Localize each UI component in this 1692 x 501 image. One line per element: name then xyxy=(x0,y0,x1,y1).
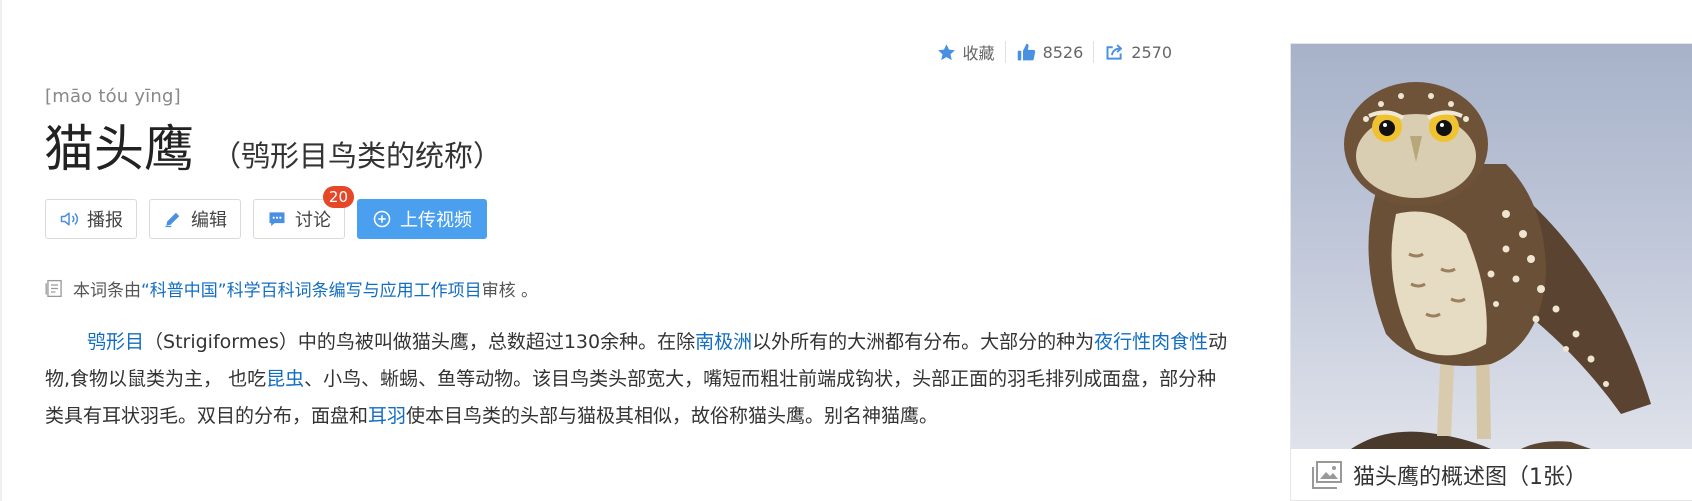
link-nocturnal-carnivore[interactable]: 夜行性肉食性 xyxy=(1094,331,1208,353)
page-left-border xyxy=(0,0,2,501)
share-icon xyxy=(1106,43,1123,60)
pencil-icon xyxy=(165,212,180,228)
discuss-button[interactable]: 讨论 20 xyxy=(253,186,354,239)
entry-tool-buttons: 播报 编辑 讨论 20 上传视频 xyxy=(45,186,487,239)
like-count: 8526 xyxy=(1042,42,1084,62)
broadcast-button[interactable]: 播报 xyxy=(45,199,137,239)
entry-title-row: 猫头鹰 （鸮形目鸟类的统称） xyxy=(44,124,502,175)
broadcast-label: 播报 xyxy=(87,210,123,231)
review-suffix: 审核 。 xyxy=(481,281,539,301)
review-prefix: 本词条由 xyxy=(73,281,141,301)
discuss-label: 讨论 xyxy=(295,210,331,231)
share-count: 2570 xyxy=(1131,42,1172,62)
plus-circle-icon xyxy=(373,210,391,228)
review-notice: 本词条由 “科普中国”科学百科词条编写与应用工作项目 审核 。 xyxy=(44,276,538,301)
edit-button[interactable]: 编辑 xyxy=(149,199,241,239)
edit-label: 编辑 xyxy=(191,210,227,231)
owl-photo[interactable] xyxy=(1291,44,1692,449)
like-button[interactable]: 8526 xyxy=(1006,42,1094,63)
review-org-link[interactable]: “科普中国”科学百科词条编写与应用工作项目 xyxy=(141,276,482,301)
entry-actions-bar: 收藏 8526 2570 xyxy=(926,37,1182,67)
summary-text: 以外所有的大洲都有分布。大部分的种为 xyxy=(752,331,1095,353)
album-caption-text: 猫头鹰的概述图（1张） xyxy=(1353,465,1587,490)
entry-subtitle: （鸮形目鸟类的统称） xyxy=(212,139,503,173)
upload-video-button[interactable]: 上传视频 xyxy=(357,199,487,239)
link-strigiformes[interactable]: 鸮形目 xyxy=(87,331,144,353)
entry-pinyin: [māo tóu yīng] xyxy=(45,86,181,107)
summary-text: （Strigiformes）中的鸟被叫做猫头鹰，总数超过130余种。在除 xyxy=(144,331,696,353)
summary-album-panel: 猫头鹰的概述图（1张） xyxy=(1290,43,1692,501)
upload-video-label: 上传视频 xyxy=(400,210,472,231)
star-icon xyxy=(937,43,955,60)
share-button[interactable]: 2570 xyxy=(1094,42,1182,63)
speaker-icon xyxy=(60,212,79,226)
entry-summary: 鸮形目（Strigiformes）中的鸟被叫做猫头鹰，总数超过130余种。在除南… xyxy=(45,324,1235,435)
link-ear-tufts[interactable]: 耳羽 xyxy=(368,405,406,427)
image-gallery-icon xyxy=(1312,461,1342,489)
favorite-button[interactable]: 收藏 xyxy=(926,40,1005,64)
link-insects[interactable]: 昆虫 xyxy=(266,368,304,390)
document-icon xyxy=(45,279,62,298)
thumbs-up-icon xyxy=(1017,43,1035,60)
owl-illustration xyxy=(1344,82,1651,449)
chat-icon xyxy=(269,212,285,227)
summary-text: 使本目鸟类的头部与猫极其相似，故俗称猫头鹰。别名神猫鹰。 xyxy=(406,405,939,427)
favorite-label: 收藏 xyxy=(962,44,995,63)
album-caption[interactable]: 猫头鹰的概述图（1张） xyxy=(1311,459,1587,491)
entry-title: 猫头鹰 xyxy=(44,120,194,178)
discuss-count-badge: 20 xyxy=(322,186,354,208)
link-antarctica[interactable]: 南极洲 xyxy=(695,331,752,353)
